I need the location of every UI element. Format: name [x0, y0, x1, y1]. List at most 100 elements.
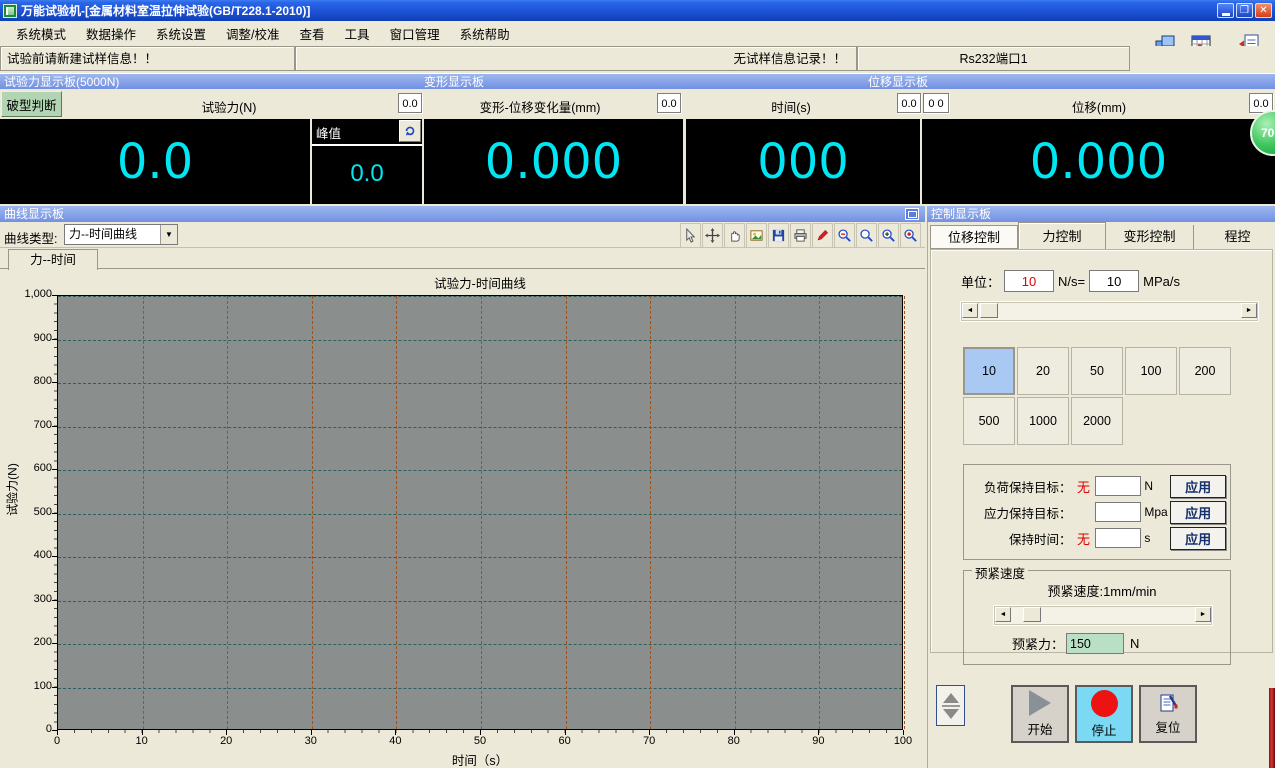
- speed-button-200[interactable]: 200: [1179, 347, 1231, 395]
- preload-scrollbar[interactable]: ◄ ►: [994, 606, 1212, 625]
- hold-label: 保持时间：: [968, 529, 1072, 548]
- scroll-left-icon[interactable]: ◄: [962, 303, 978, 318]
- digital-displays-row: 0.0 峰值 0.0 0.000 000 0.000: [0, 119, 1275, 204]
- peak-value: 0.0: [312, 146, 422, 202]
- apply-button[interactable]: 应用: [1170, 501, 1226, 524]
- menu-item-5[interactable]: 工具: [335, 21, 380, 46]
- chart-title: 试验力-时间曲线: [57, 273, 903, 292]
- print-icon[interactable]: [790, 223, 811, 248]
- speed-button-20[interactable]: 20: [1017, 347, 1069, 395]
- preload-scrollbar-thumb[interactable]: [1023, 607, 1041, 622]
- image-icon[interactable]: [746, 223, 767, 248]
- scroll-right-icon[interactable]: ►: [1241, 303, 1257, 318]
- tab-force-time[interactable]: 力--时间: [8, 249, 98, 270]
- select-arrow-icon[interactable]: [680, 223, 701, 248]
- preload-speed-label: 预紧速度:1mm/min: [982, 581, 1222, 600]
- curve-type-value: 力--时间曲线: [65, 225, 160, 244]
- start-button[interactable]: 开始: [1011, 685, 1069, 743]
- hand-icon[interactable]: [724, 223, 745, 248]
- menu-item-7[interactable]: 系统帮助: [450, 21, 520, 46]
- stop-button[interactable]: 停止: [1075, 685, 1133, 743]
- x-tick-label: 70: [629, 735, 669, 747]
- force-label: 试验力(N): [62, 97, 396, 116]
- minimize-button[interactable]: [1217, 3, 1234, 18]
- rate-input[interactable]: [1004, 270, 1054, 292]
- hgrid-line: [58, 688, 902, 689]
- y-tick-label: 400: [4, 549, 52, 561]
- chevron-down-icon[interactable]: ▼: [160, 225, 177, 244]
- peak-reset-button[interactable]: [399, 120, 421, 142]
- chart-xlabel: 时间（s）: [57, 750, 903, 768]
- speed-button-500[interactable]: 500: [963, 397, 1015, 445]
- reset-button[interactable]: 复位: [1139, 685, 1197, 743]
- y-tick: [52, 556, 57, 557]
- zoom-out-icon[interactable]: [834, 223, 855, 248]
- zoom-in-icon[interactable]: [878, 223, 899, 248]
- y-tick: [52, 513, 57, 514]
- speed-button-50[interactable]: 50: [1071, 347, 1123, 395]
- hgrid-line: [58, 470, 902, 471]
- hold-label: 应力保持目标：: [968, 503, 1072, 522]
- x-tick-label: 100: [883, 735, 923, 747]
- y-tick-label: 900: [4, 332, 52, 344]
- hold-input[interactable]: [1095, 502, 1141, 522]
- menu-item-3[interactable]: 调整/校准: [216, 21, 289, 46]
- pen-icon[interactable]: [812, 223, 833, 248]
- zoom-icon[interactable]: [856, 223, 877, 248]
- tab-位移控制[interactable]: 位移控制: [930, 225, 1018, 249]
- panel-restore-icon[interactable]: [905, 208, 919, 220]
- hgrid-line: [58, 644, 902, 645]
- hgrid-line: [58, 340, 902, 341]
- tab-程控[interactable]: 程控: [1194, 225, 1275, 249]
- break-judge-button[interactable]: 破型判断: [1, 91, 62, 117]
- tab-变形控制[interactable]: 变形控制: [1106, 225, 1194, 249]
- control-panel: 位移控制力控制变形控制程控 单位： N/s= MPa/s ◄ ► 1020501…: [927, 222, 1275, 768]
- force-mini-value: 0.0: [398, 93, 422, 113]
- menu-item-2[interactable]: 系统设置: [146, 21, 216, 46]
- unit-label: 单位：: [961, 272, 1000, 291]
- preload-force-row: 预紧力： N: [1012, 633, 1222, 654]
- curve-type-select[interactable]: 力--时间曲线 ▼: [64, 224, 178, 245]
- hold-unit: Mpa: [1141, 505, 1170, 519]
- rate-scrollbar[interactable]: ◄ ►: [961, 302, 1258, 321]
- pan-icon[interactable]: [702, 223, 723, 248]
- close-button[interactable]: ✕: [1255, 3, 1272, 18]
- channel-labels-row: 破型判断 试验力(N) 0.0 变形-位移变化量(mm) 0.0 时间(s) 0…: [0, 89, 1275, 119]
- apply-button[interactable]: 应用: [1170, 475, 1226, 498]
- tab-力控制[interactable]: 力控制: [1018, 222, 1106, 249]
- hold-input[interactable]: [1095, 476, 1141, 496]
- displacement-panel-header: 位移显示板: [868, 75, 928, 89]
- window-title: 万能试验机-[金属材料室温拉伸试验(GB/T228.1-2010)]: [21, 2, 1215, 19]
- save-icon[interactable]: [768, 223, 789, 248]
- scroll-left-icon[interactable]: ◄: [995, 607, 1011, 622]
- preload-force-input[interactable]: [1066, 633, 1124, 654]
- menu-item-1[interactable]: 数据操作: [76, 21, 146, 46]
- speed-button-100[interactable]: 100: [1125, 347, 1177, 395]
- scroll-right-icon[interactable]: ►: [1195, 607, 1211, 622]
- deform-panel-header: 变形显示板: [424, 75, 484, 89]
- speed-button-1000[interactable]: 1000: [1017, 397, 1069, 445]
- stop-icon: [1091, 690, 1118, 717]
- status-info-row: 试验前请新建试样信息！！ 无试样信息记录！！ Rs232端口1: [0, 46, 1275, 73]
- speed-grid: 102050100200 50010002000: [963, 347, 1272, 445]
- restore-button[interactable]: ❐: [1236, 3, 1253, 18]
- jog-up-down-button[interactable]: [936, 685, 965, 726]
- menu-item-6[interactable]: 窗口管理: [380, 21, 450, 46]
- speed-button-10[interactable]: 10: [963, 347, 1015, 395]
- vgrid-line: [650, 296, 651, 729]
- rate-scrollbar-thumb[interactable]: [980, 303, 998, 318]
- title-bar: 万能试验机-[金属材料室温拉伸试验(GB/T228.1-2010)] ❐ ✕: [0, 0, 1275, 21]
- arrow-up-icon: [943, 693, 959, 703]
- menu-item-4[interactable]: 查看: [290, 21, 335, 46]
- stress-rate-input[interactable]: [1089, 270, 1139, 292]
- hold-input[interactable]: [1095, 528, 1141, 548]
- x-tick-label: 80: [714, 735, 754, 747]
- speed-button-2000[interactable]: 2000: [1071, 397, 1123, 445]
- y-tick: [52, 600, 57, 601]
- menu-item-0[interactable]: 系统模式: [6, 21, 76, 46]
- x-tick-label: 50: [460, 735, 500, 747]
- y-tick: [52, 687, 57, 688]
- zoom-reset-icon[interactable]: [900, 223, 921, 248]
- y-tick: [52, 426, 57, 427]
- apply-button[interactable]: 应用: [1170, 527, 1226, 550]
